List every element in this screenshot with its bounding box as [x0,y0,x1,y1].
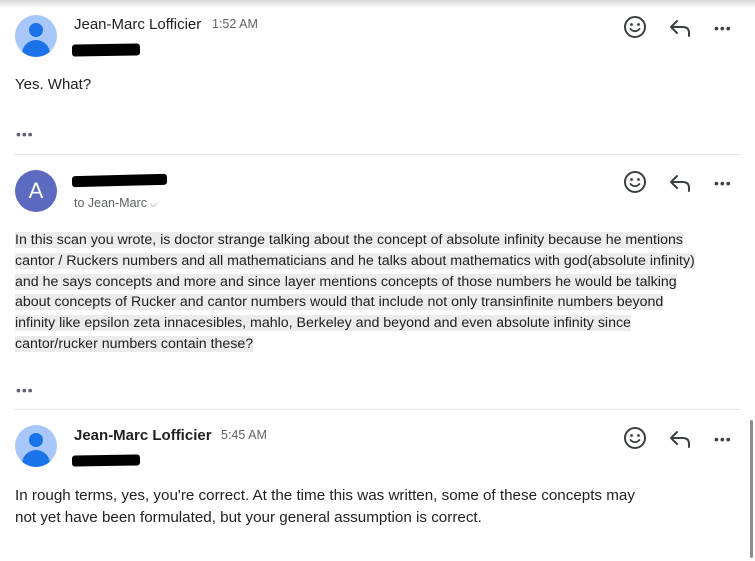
message-divider [14,409,740,410]
message-time: 1:52 AM [212,17,258,31]
recipient-line[interactable]: to Jean-Marc ⌵ [74,196,157,210]
message-body-line: cantor / Ruckers numbers and all mathema… [15,252,695,269]
message-body-line: In this scan you wrote, is doctor strang… [15,232,683,248]
message-body: Yes. What? [15,76,92,93]
person-avatar-icon[interactable] [15,425,57,467]
message-body: In rough terms, yes, you're correct. At … [15,485,635,528]
reply-arrow-icon[interactable] [668,427,696,455]
scrollbar[interactable] [750,420,753,558]
email-thread-view: Jean-Marc Lofficier 1:52 AM ••• Yes. Wha… [0,0,755,561]
message-body-line: infinity like epsilon zeta innacesibles,… [15,315,631,332]
message-body-line: In rough terms, yes, you're correct. At … [15,487,635,504]
more-horizontal-icon[interactable]: ••• [714,175,742,203]
more-horizontal-icon[interactable]: ••• [714,431,742,459]
emoji-smile-icon[interactable] [622,169,650,197]
message-body-line: not yet have been formulated, but your g… [15,508,482,526]
message-body-line: cantor/rucker numbers contain these? [15,335,254,352]
recipient-label: to Jean-Marc [74,196,147,210]
sender-name[interactable]: Jean-Marc Lofficier [74,16,201,33]
more-horizontal-icon[interactable]: ••• [714,20,742,48]
show-trimmed-content[interactable]: ••• [16,382,34,398]
sender-name[interactable]: Jean-Marc Lofficier [74,427,212,444]
message-divider [14,154,740,155]
top-bar-shadow [0,0,755,8]
emoji-smile-icon[interactable] [622,14,650,42]
redacted-recipient [71,43,141,57]
emoji-smile-icon[interactable] [622,425,650,453]
person-avatar-icon[interactable] [15,15,57,57]
message-body-line: about concepts of Rucker and cantor numb… [15,294,664,311]
redacted-sender-name [71,173,168,188]
redacted-recipient [71,454,141,467]
message-body-line: and he says concepts and more and since … [15,273,677,290]
sender-avatar[interactable]: A [15,170,57,212]
message-time: 5:45 AM [221,428,267,442]
message-body: In this scan you wrote, is doctor strang… [15,230,695,355]
chevron-down-icon[interactable]: ⌵ [150,199,157,209]
reply-arrow-icon[interactable] [668,171,696,199]
reply-arrow-icon[interactable] [668,16,696,44]
show-trimmed-content[interactable]: ••• [16,126,34,142]
